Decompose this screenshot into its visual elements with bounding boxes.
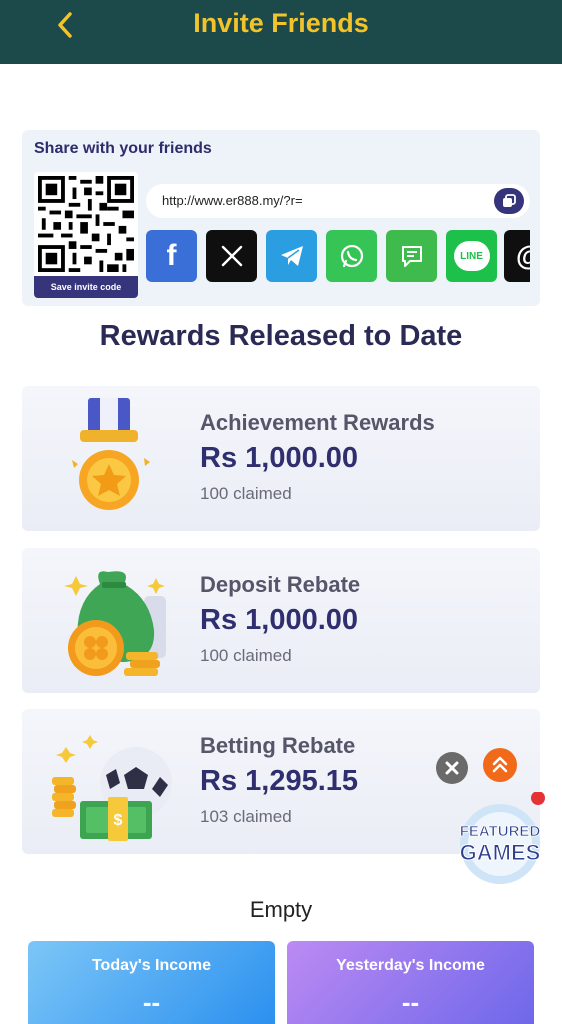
reward-amount: Rs 1,000.00 — [200, 604, 359, 636]
reward-amount: Rs 1,000.00 — [200, 442, 359, 474]
reward-claimed-count: 103 claimed — [200, 807, 292, 826]
reward-claimed-count: 100 claimed — [200, 646, 292, 665]
yesterday-income-card: Yesterday's Income -- — [287, 941, 534, 1024]
line-icon: LINE — [453, 241, 490, 271]
top-bar: Invite Friends — [0, 0, 562, 64]
reward-name: Achievement Rewards — [200, 410, 435, 435]
svg-text:$: $ — [114, 812, 123, 829]
save-invite-code-button[interactable]: Save invite code — [34, 276, 138, 298]
share-whatsapp-button[interactable] — [326, 230, 377, 282]
today-income-title: Today's Income — [91, 957, 212, 974]
share-card: Share with your friends Save invite code… — [22, 130, 540, 306]
telegram-icon — [280, 246, 303, 266]
whatsapp-icon — [340, 244, 363, 268]
empty-state-label: Empty — [249, 897, 313, 922]
soccer-cash-icon: $ — [52, 735, 172, 841]
line-label: LINE — [460, 250, 483, 262]
yesterday-income-value: -- — [401, 987, 420, 1017]
rewards-section-title: Rewards Released to Date — [99, 320, 463, 352]
qr-code[interactable]: Save invite code — [34, 172, 138, 298]
reward-claimed-count: 100 claimed — [200, 484, 292, 503]
reward-name: Deposit Rebate — [200, 572, 361, 597]
scroll-to-top-button[interactable] — [483, 748, 517, 782]
invite-link-field[interactable]: http://www.er888.my/?r= — [146, 184, 530, 218]
medal-icon — [72, 398, 150, 510]
invite-link-text: http://www.er888.my/?r= — [162, 193, 303, 208]
threads-icon: @ — [516, 240, 530, 272]
share-line-button[interactable]: LINE — [446, 230, 497, 282]
today-income-card: Today's Income -- — [28, 941, 275, 1024]
featured-games-button[interactable]: FEATURED GAMES — [450, 791, 548, 888]
close-icon — [445, 761, 459, 775]
yesterday-income-title: Yesterday's Income — [336, 957, 485, 974]
facebook-icon: f — [166, 239, 177, 272]
social-share-row: f LINE — [146, 230, 530, 284]
svg-text:FEATURED: FEATURED — [460, 823, 541, 840]
reward-name: Betting Rebate — [200, 733, 356, 758]
double-chevron-up-icon — [492, 756, 508, 773]
close-floating-button[interactable] — [436, 752, 468, 784]
today-income-value: -- — [142, 987, 161, 1017]
reward-card-achievement: Achievement Rewards Rs 1,000.00 100 clai… — [22, 386, 540, 531]
page-title: Invite Friends — [193, 8, 369, 38]
share-telegram-button[interactable] — [266, 230, 317, 282]
share-x-button[interactable] — [206, 230, 257, 282]
svg-text:GAMES: GAMES — [460, 840, 541, 865]
share-sms-button[interactable] — [386, 230, 437, 282]
share-threads-button[interactable]: @ — [504, 230, 530, 282]
sms-icon — [401, 246, 422, 267]
share-facebook-button[interactable]: f — [146, 230, 197, 282]
reward-card-deposit: Deposit Rebate Rs 1,000.00 100 claimed — [22, 548, 540, 693]
qr-code-icon — [38, 176, 134, 272]
reward-amount: Rs 1,295.15 — [200, 765, 359, 797]
share-title: Share with your friends — [34, 140, 212, 157]
copy-link-button[interactable] — [494, 188, 524, 214]
featured-games-logo: FEATURED GAMES — [459, 791, 545, 884]
x-icon — [221, 245, 242, 267]
money-bag-icon — [64, 571, 166, 676]
copy-icon — [503, 194, 516, 207]
